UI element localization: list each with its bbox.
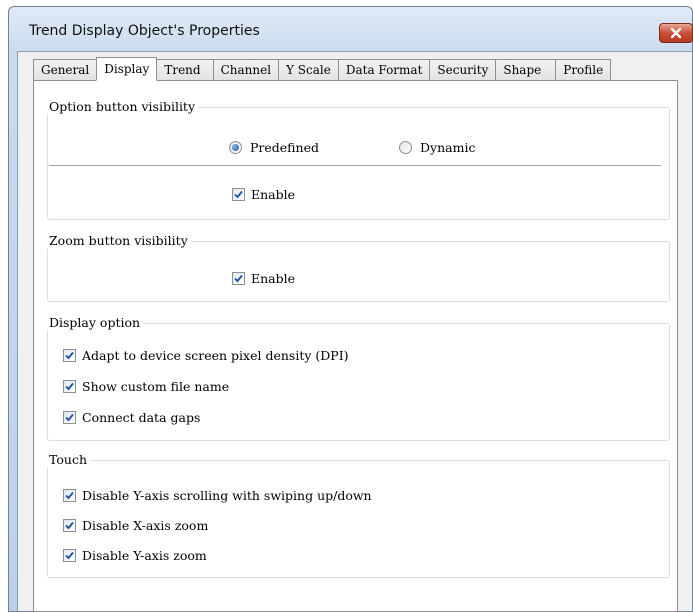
tab-label: Shape [503,63,542,77]
tab-security[interactable]: Security [429,59,497,80]
checkbox-label: Connect data gaps [82,409,201,425]
checkbox[interactable] [63,379,76,393]
checkbox-label: Disable X-axis zoom [82,517,209,533]
zoom-enable-checkbox[interactable]: Enable [232,269,295,287]
title-bar[interactable]: Trend Display Object's Properties [9,7,693,51]
close-button[interactable] [659,23,693,43]
option-enable-checkbox[interactable]: Enable [232,185,295,203]
tab-label: General [41,63,90,77]
group-title: Option button visibility [46,99,199,115]
radio-label: Dynamic [420,139,476,155]
checkmark-icon [65,413,74,421]
show-custom-file-name-checkbox[interactable]: Show custom file name [63,377,229,395]
tab-strip: General Display Trend Channel Y Scale Da… [33,56,612,81]
tab-shape[interactable]: Shape [495,59,557,80]
checkbox-label: Show custom file name [82,378,230,394]
tab-channel[interactable]: Channel [212,59,280,80]
group-divider [49,165,661,166]
display-tab-panel: Option button visibility Predefined Dyna… [33,80,678,612]
checkmark-icon [65,491,74,499]
radio-label: Predefined [250,139,319,155]
checkbox[interactable] [63,518,76,532]
checkmark-icon [65,351,74,359]
checkbox-label: Enable [251,186,296,202]
disable-x-zoom-checkbox[interactable]: Disable X-axis zoom [63,516,208,534]
radio-button[interactable] [229,140,242,154]
connect-data-gaps-checkbox[interactable]: Connect data gaps [63,408,200,426]
checkmark-icon [234,274,243,282]
radio-button[interactable] [399,140,412,154]
option-button-visibility-group: Option button visibility Predefined Dyna… [46,99,670,220]
tab-label: Display [104,62,150,76]
checkbox[interactable] [63,488,76,502]
group-title: Zoom button visibility [46,233,191,249]
radio-predefined[interactable]: Predefined [229,138,319,156]
tab-label: Security [437,63,489,77]
disable-y-scroll-checkbox[interactable]: Disable Y-axis scrolling with swiping up… [63,486,372,504]
checkbox[interactable] [63,548,76,562]
tab-trend[interactable]: Trend [156,59,214,80]
adapt-dpi-checkbox[interactable]: Adapt to device screen pixel density (DP… [63,346,349,364]
tab-y-scale[interactable]: Y Scale [278,59,339,80]
checkbox-label: Enable [251,270,296,286]
tab-label: Data Format [345,63,423,77]
checkbox[interactable] [63,410,76,424]
tab-data-format[interactable]: Data Format [337,59,431,80]
tab-general[interactable]: General [33,59,98,80]
checkbox[interactable] [63,348,76,362]
touch-group: Touch Disable Y-axis scrolling with swip… [46,452,670,578]
group-title: Touch [46,452,90,468]
zoom-button-visibility-group: Zoom button visibility Enable [46,233,670,302]
checkbox[interactable] [232,271,245,285]
close-icon [670,27,682,39]
tab-label: Profile [563,63,604,77]
tab-label: Trend [164,63,201,77]
checkmark-icon [65,521,74,529]
display-option-group: Display option Adapt to device screen pi… [46,315,670,441]
checkmark-icon [65,551,74,559]
checkbox-label: Disable Y-axis zoom [82,547,207,563]
disable-y-zoom-checkbox[interactable]: Disable Y-axis zoom [63,546,207,564]
window-title: Trend Display Object's Properties [29,23,260,39]
tab-profile[interactable]: Profile [555,59,612,80]
radio-selected-dot [232,143,239,151]
background-strip [0,6,8,612]
tab-display[interactable]: Display [96,57,158,81]
checkbox-label: Disable Y-axis scrolling with swiping up… [82,487,372,503]
group-title: Display option [46,315,144,331]
checkmark-icon [65,382,74,390]
radio-dynamic[interactable]: Dynamic [399,138,475,156]
checkmark-icon [234,190,243,198]
tab-label: Channel [220,63,272,77]
checkbox-label: Adapt to device screen pixel density (DP… [82,347,349,363]
tab-label: Y Scale [286,63,331,77]
checkbox[interactable] [232,187,245,201]
